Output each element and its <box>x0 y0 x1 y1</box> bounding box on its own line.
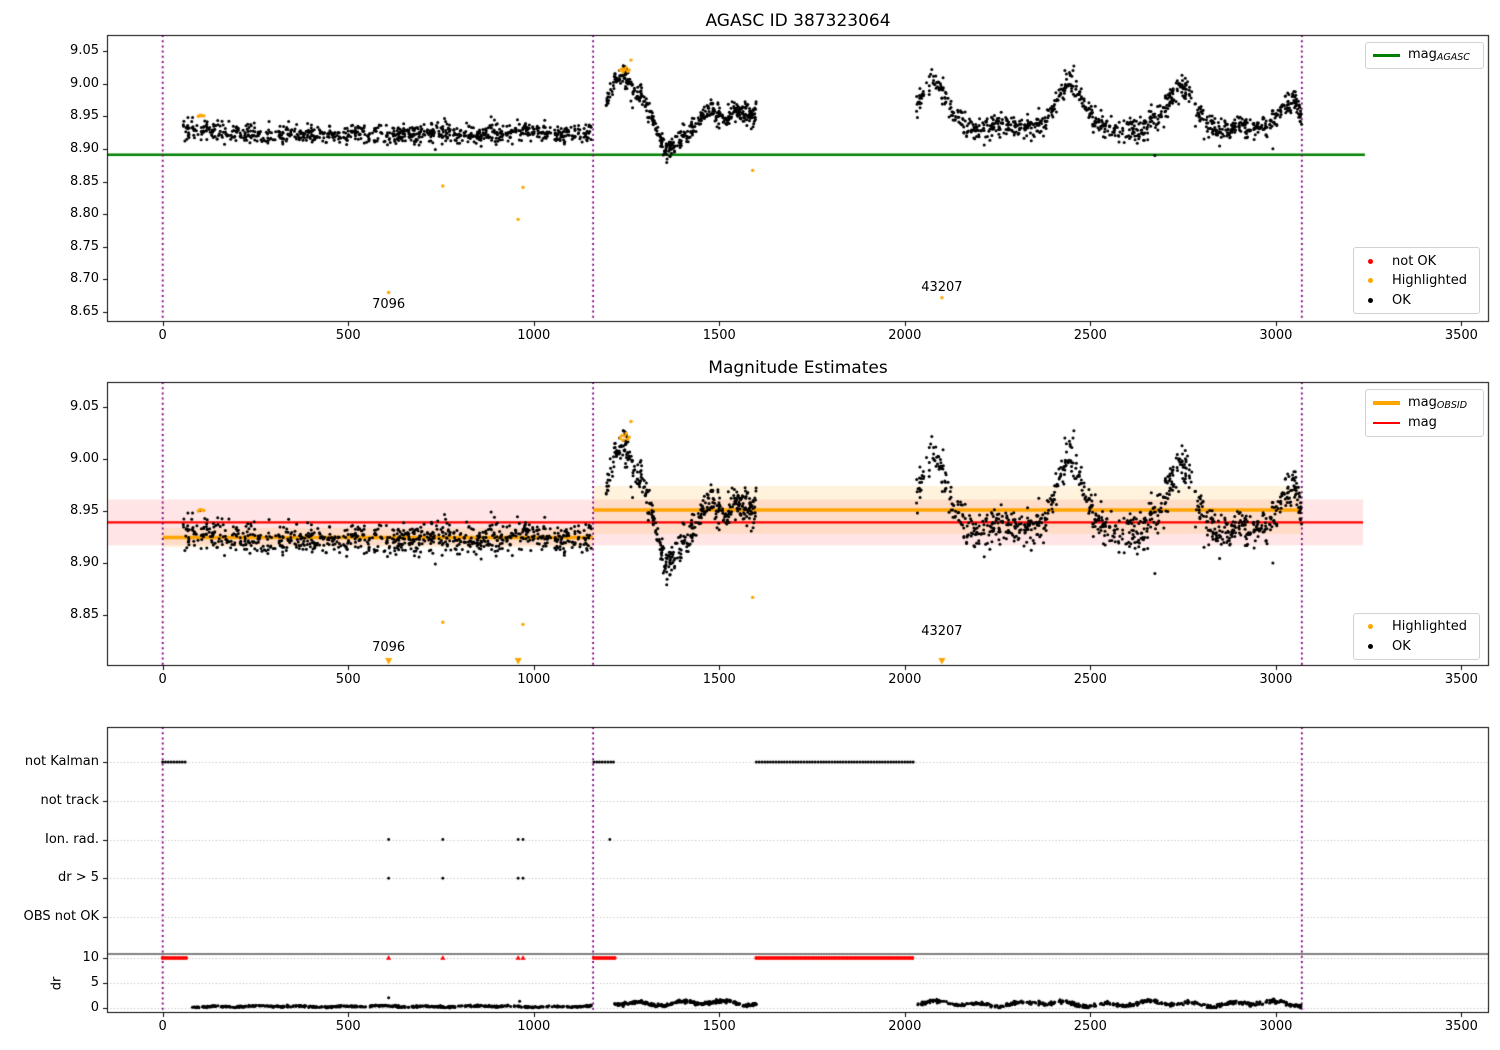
x-tick-label: 3000 <box>1259 328 1293 343</box>
legend-row: magOBSID <box>1366 396 1483 411</box>
annotation-obsid-7096: 7096 <box>372 297 406 313</box>
red-line-swatch <box>1373 421 1400 425</box>
y-tick-label: 8.95 <box>70 108 99 124</box>
flag-row-label: not Kalman <box>24 754 99 769</box>
ok-dot-swatch <box>1368 643 1373 649</box>
middle-plot-title: Magnitude Estimates <box>708 358 888 378</box>
x-tick-label: 1500 <box>702 328 736 343</box>
annotation-obsid-43207: 43207 <box>921 279 963 295</box>
dr-tick-label: 10 <box>82 950 99 965</box>
legend-point-types-top: not OK Highlighted OK <box>1353 247 1480 314</box>
legend-row: OK <box>1354 640 1479 653</box>
y-tick-label: 9.05 <box>70 398 99 414</box>
flag-row-label: OBS not OK <box>23 909 100 924</box>
x-tick-label: 3500 <box>1444 1019 1478 1034</box>
x-tick-label: 1500 <box>702 672 736 687</box>
orange-line-swatch <box>1373 401 1400 405</box>
x-tick-label: 500 <box>335 1019 361 1034</box>
y-tick-label: 8.75 <box>70 238 99 254</box>
legend-label: magOBSID <box>1408 394 1468 411</box>
ok-dot-swatch <box>1368 297 1373 303</box>
plots-canvas <box>0 0 1500 1050</box>
y-tick-label: 9.00 <box>70 450 99 466</box>
not-ok-dot-swatch <box>1368 258 1373 264</box>
y-tick-label: 8.85 <box>70 173 99 189</box>
legend-mag-lines: magOBSID mag <box>1365 389 1484 437</box>
legend-label: not OK <box>1392 253 1437 269</box>
legend-label: Highlighted <box>1392 273 1467 288</box>
x-tick-label: 1000 <box>517 1019 551 1034</box>
flag-row-label: Ion. rad. <box>45 831 99 847</box>
legend-label: mag <box>1408 414 1437 430</box>
dr-tick-label: 0 <box>90 1000 99 1015</box>
y-tick-label: 9.05 <box>70 42 99 58</box>
x-tick-label: 500 <box>335 672 361 687</box>
x-tick-label: 2000 <box>888 1019 922 1034</box>
y-tick-label: 8.90 <box>70 140 99 156</box>
x-tick-label: 3000 <box>1259 1019 1293 1034</box>
x-tick-label: 3500 <box>1444 328 1478 343</box>
x-tick-label: 2000 <box>888 672 922 687</box>
y-tick-label: 8.70 <box>70 271 99 287</box>
highlighted-dot-swatch <box>1368 278 1373 283</box>
x-tick-label: 2000 <box>888 328 922 343</box>
x-tick-label: 1000 <box>517 672 551 687</box>
highlighted-dot-swatch <box>1368 624 1373 630</box>
x-tick-label: 0 <box>158 1019 167 1034</box>
top-plot-title: AGASC ID 387323064 <box>705 11 891 31</box>
annotation-obsid-43207: 43207 <box>921 624 963 639</box>
x-tick-label: 1000 <box>517 328 551 343</box>
y-tick-label: 8.90 <box>70 555 99 570</box>
legend-label: magAGASC <box>1408 47 1470 64</box>
x-tick-label: 2500 <box>1073 328 1107 343</box>
legend-label: OK <box>1392 292 1411 308</box>
legend-row: Highlighted <box>1354 620 1479 633</box>
green-line-swatch <box>1373 54 1400 57</box>
legend-row: OK <box>1354 294 1479 307</box>
annotation-obsid-7096: 7096 <box>372 640 406 655</box>
legend-row: magAGASC <box>1366 48 1483 63</box>
y-tick-label: 8.85 <box>70 607 99 623</box>
x-tick-label: 2500 <box>1073 672 1107 687</box>
legend-row: Highlighted <box>1354 274 1479 287</box>
x-tick-label: 500 <box>335 328 361 343</box>
x-tick-label: 0 <box>158 672 167 687</box>
y-tick-label: 8.95 <box>70 502 99 518</box>
y-tick-label: 9.00 <box>70 75 99 91</box>
legend-row: not OK <box>1354 255 1479 268</box>
dr-tick-label: 5 <box>90 975 99 990</box>
legend-mag-agasc: magAGASC <box>1365 42 1484 69</box>
y-tick-label: 8.80 <box>70 206 99 222</box>
legend-label: OK <box>1392 638 1411 654</box>
legend-label: Highlighted <box>1392 619 1467 635</box>
flag-row-label: not track <box>40 792 99 808</box>
magnitude-figure: AGASC ID 387323064 Magnitude Estimates m… <box>0 0 1500 1050</box>
y-tick-label: 8.65 <box>70 304 99 320</box>
x-tick-label: 1500 <box>702 1019 736 1034</box>
x-tick-label: 3500 <box>1444 672 1478 687</box>
x-tick-label: 3000 <box>1259 672 1293 687</box>
legend-row: mag <box>1366 416 1483 431</box>
flag-row-label: dr > 5 <box>57 870 99 886</box>
legend-point-types-middle: Highlighted OK <box>1353 613 1480 660</box>
x-tick-label: 2500 <box>1073 1019 1107 1034</box>
x-tick-label: 0 <box>158 328 167 343</box>
